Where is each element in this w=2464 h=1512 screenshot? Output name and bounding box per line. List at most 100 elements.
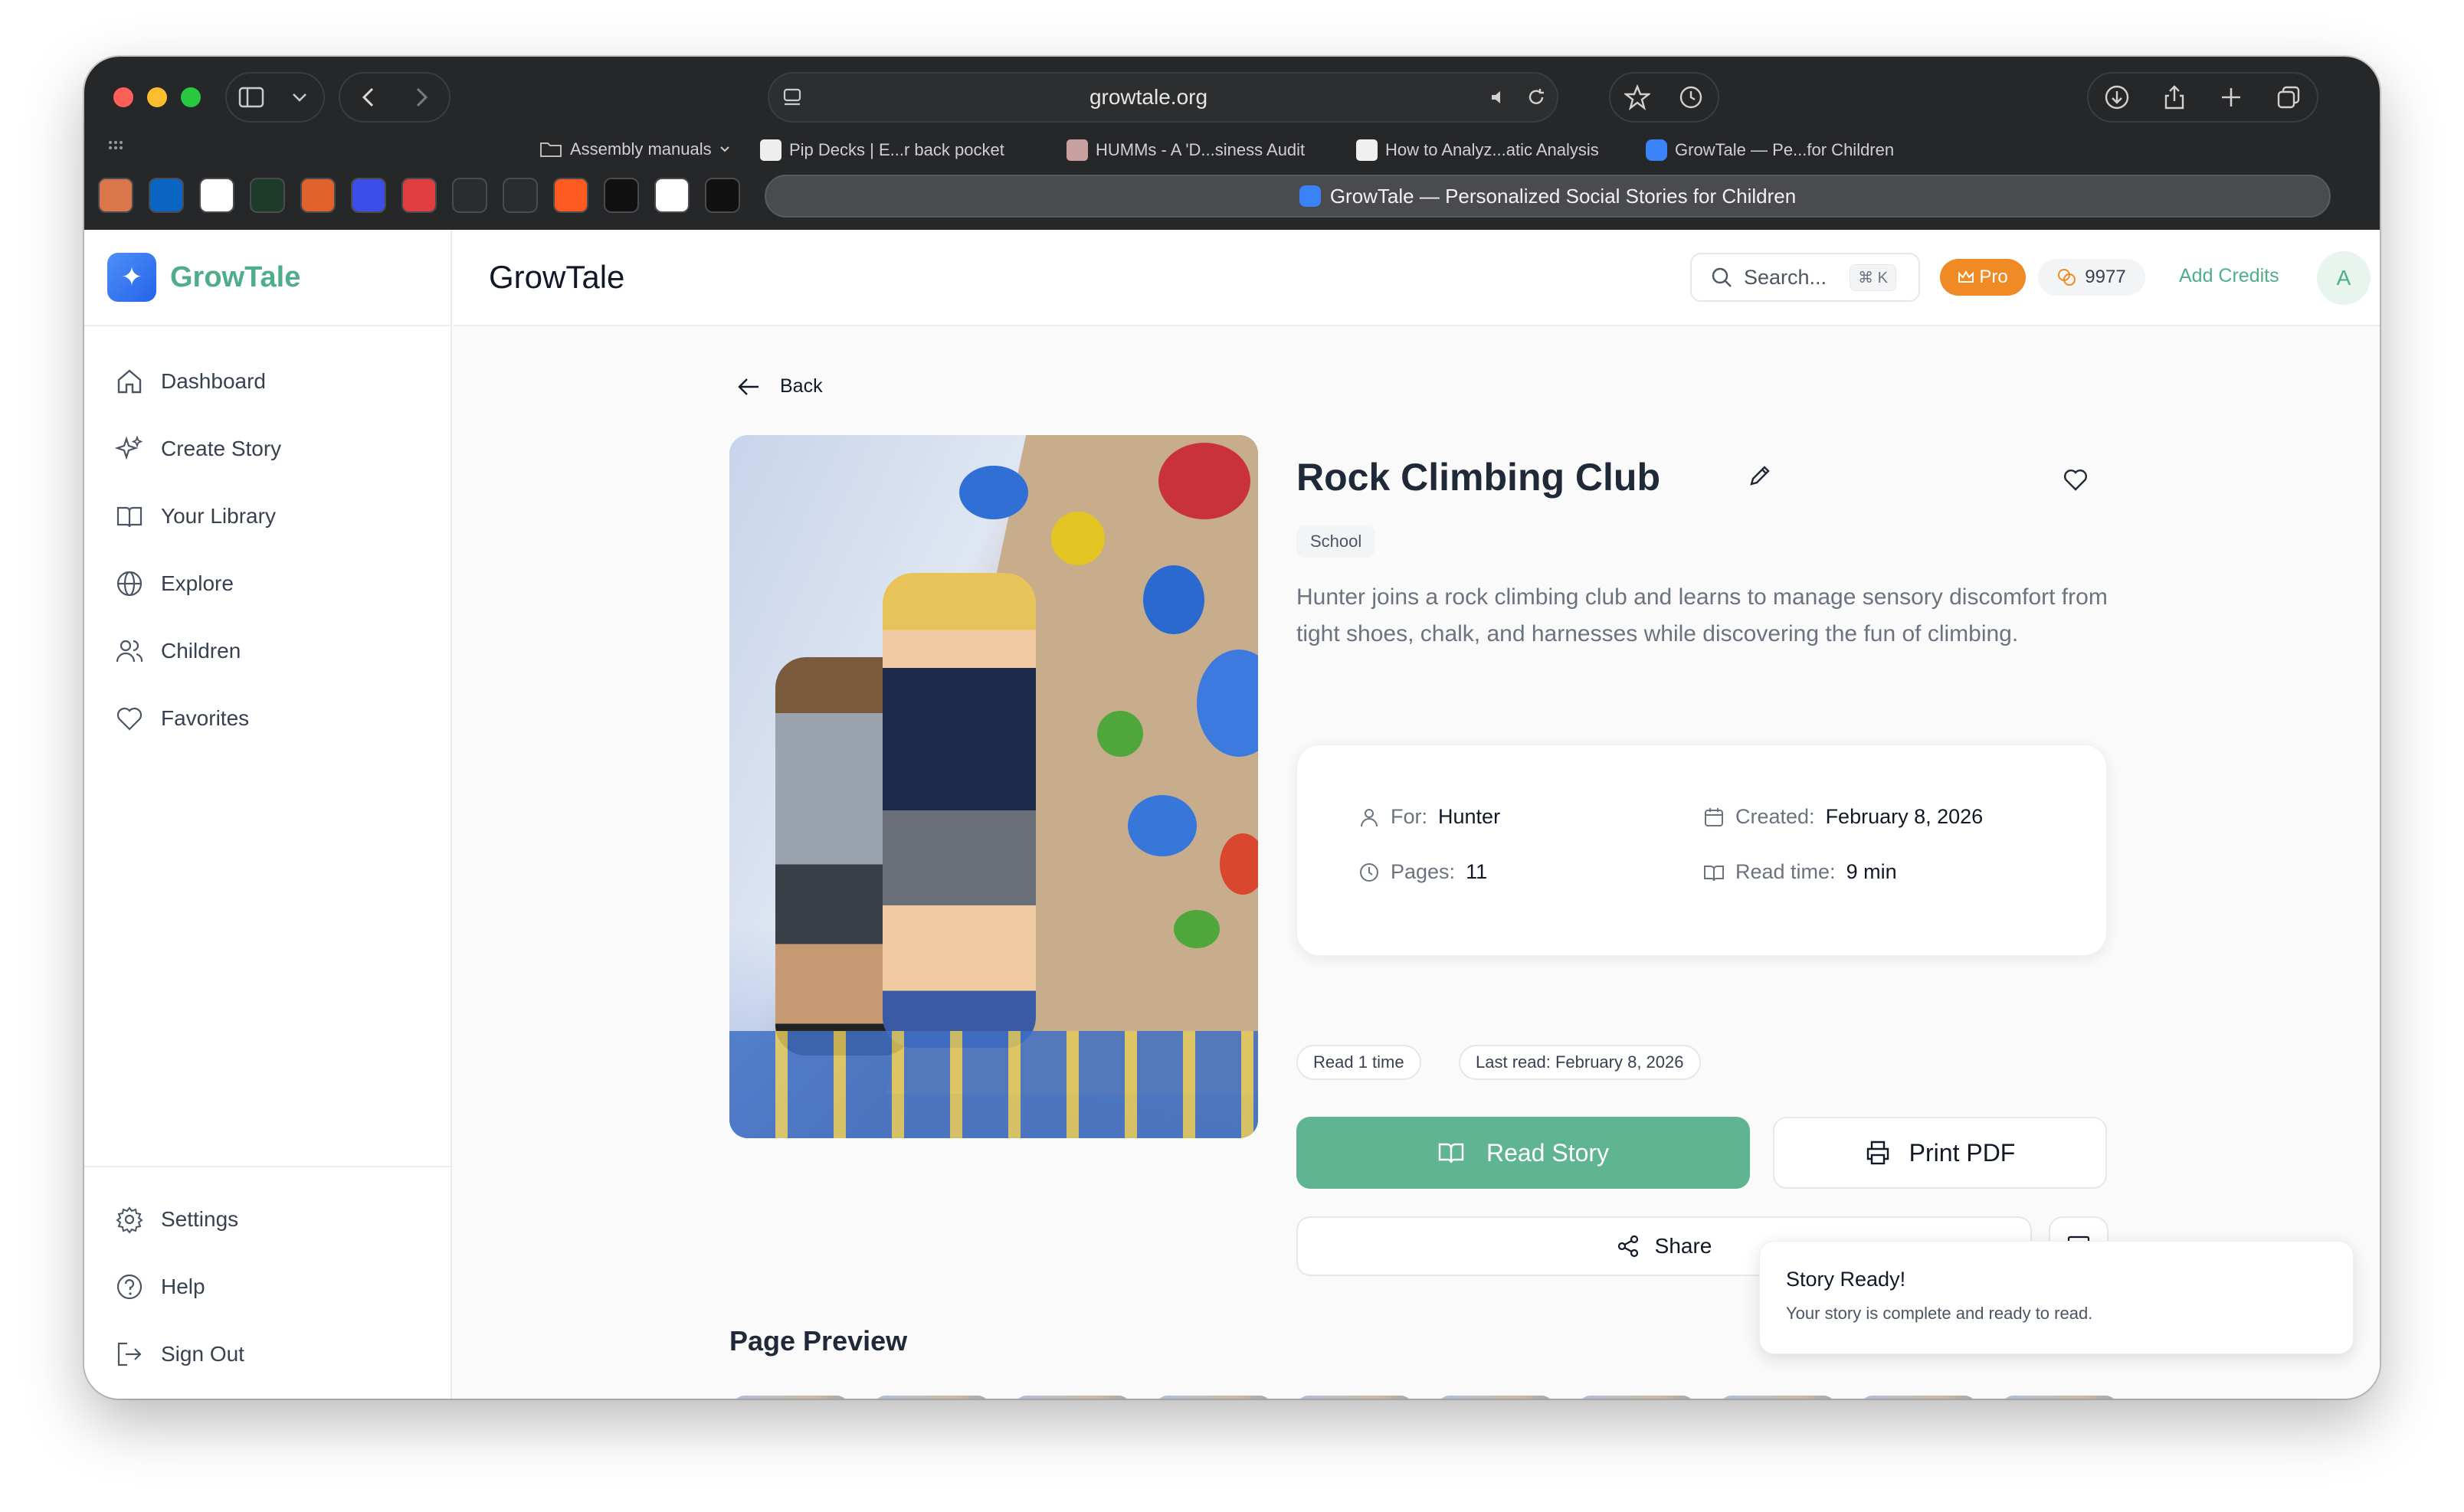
favorite-button[interactable] [2063, 467, 2089, 496]
reload-icon[interactable] [1515, 87, 1557, 107]
page-thumbnail[interactable] [1860, 1396, 1977, 1399]
brand[interactable]: ✦ GrowTale [84, 230, 451, 326]
story-cover-image [729, 435, 1258, 1138]
page-thumbnail[interactable] [873, 1396, 990, 1399]
download-icon[interactable] [2099, 79, 2135, 116]
climbing-hold [959, 466, 1028, 519]
page-title: GrowTale [489, 259, 625, 295]
help-circle-icon [116, 1274, 143, 1300]
pinned-tab-app[interactable] [705, 178, 740, 213]
pip-decks-favicon [760, 139, 781, 161]
browser-window: growtale.org Assembly manuals Pip Decks … [84, 57, 2380, 1399]
sidebar-item-your-library[interactable]: Your Library [84, 483, 451, 550]
avatar[interactable]: A [2317, 251, 2371, 305]
pinned-tab-app[interactable] [654, 178, 690, 213]
bookmark-item[interactable]: GrowTale — Pe...for Children [1646, 139, 1894, 161]
pinned-tab-app[interactable] [300, 178, 336, 213]
add-credits-link[interactable]: Add Credits [2179, 265, 2279, 287]
sparkles-icon [115, 435, 143, 460]
page-thumbnail[interactable] [732, 1396, 849, 1399]
info-read-time: Read time: 9 min [1703, 860, 1897, 884]
story-ready-toast[interactable]: Story Ready! Your story is complete and … [1759, 1241, 2354, 1354]
gear-icon [116, 1206, 143, 1234]
climbing-hold [1143, 565, 1204, 634]
arrow-left-icon [738, 378, 759, 395]
window-controls [113, 87, 201, 107]
sidebar: ✦ GrowTale Dashboard Create Story Your L… [84, 230, 452, 1399]
chevron-down-icon[interactable] [281, 79, 318, 116]
folder-icon [540, 142, 562, 157]
sidebar-item-favorites[interactable]: Favorites [84, 685, 451, 752]
back-button[interactable]: Back [737, 375, 823, 398]
url-text[interactable]: growtale.org [815, 85, 1482, 110]
minimize-window-button[interactable] [147, 87, 167, 107]
page-thumbnail[interactable] [1155, 1396, 1272, 1399]
apps-grid-icon[interactable] [107, 139, 127, 155]
address-bar[interactable]: growtale.org [768, 72, 1558, 123]
new-tab-plus-icon[interactable] [2213, 79, 2249, 116]
pinned-tab-app[interactable] [553, 178, 588, 213]
pinned-tabs [98, 178, 740, 213]
page-info-icon[interactable] [769, 87, 815, 107]
sidebar-item-help[interactable]: Help [84, 1253, 451, 1321]
pinned-tab-google[interactable] [199, 178, 234, 213]
share-nodes-icon [1617, 1235, 1638, 1258]
page-thumbnail[interactable] [1578, 1396, 1695, 1399]
home-icon [117, 369, 142, 394]
top-bar: GrowTale Search... ⌘ K Pro 9977 Add Cred… [454, 230, 2380, 326]
print-pdf-button[interactable]: Print PDF [1773, 1117, 2107, 1189]
pinned-tab-app[interactable] [503, 178, 538, 213]
sidebar-toggle-icon[interactable] [233, 79, 270, 116]
sidebar-item-explore[interactable]: Explore [84, 550, 451, 617]
climbing-hold [1051, 512, 1105, 565]
tab-overview-icon[interactable] [2270, 79, 2307, 116]
speaker-icon[interactable] [1482, 88, 1515, 106]
brand-name: GrowTale [170, 260, 301, 293]
climbing-hold [1158, 443, 1250, 519]
active-tab[interactable]: GrowTale — Personalized Social Stories f… [765, 175, 2331, 218]
star-icon[interactable] [1619, 79, 1656, 116]
credits-badge[interactable]: 9977 [2038, 259, 2145, 296]
sidebar-item-sign-out[interactable]: Sign Out [84, 1321, 451, 1388]
page-thumbnail[interactable] [1296, 1396, 1413, 1399]
climbing-hold [1128, 795, 1197, 856]
story-description: Hunter joins a rock climbing club and le… [1296, 584, 2108, 646]
bookmark-item[interactable]: Pip Decks | E...r back pocket [760, 139, 1004, 161]
read-story-button[interactable]: Read Story [1296, 1117, 1750, 1189]
pro-badge[interactable]: Pro [1940, 259, 2026, 296]
pinned-tab-app[interactable] [604, 178, 639, 213]
search-placeholder: Search... [1744, 265, 1827, 289]
sidebar-item-children[interactable]: Children [84, 617, 451, 685]
sidebar-item-dashboard[interactable]: Dashboard [84, 348, 451, 415]
story-detail: Back Rock Climbing Club School Hunter jo… [454, 328, 2380, 1399]
pinned-tab-activity[interactable] [250, 178, 285, 213]
bookmark-item[interactable]: Assembly manuals [539, 139, 730, 159]
pinned-tab-claude[interactable] [98, 178, 133, 213]
forward-arrow-icon[interactable] [404, 79, 441, 116]
pinned-tab-slack[interactable] [452, 178, 487, 213]
app-root: ✦ GrowTale Dashboard Create Story Your L… [84, 230, 2380, 1399]
page-thumbnail[interactable] [1437, 1396, 1554, 1399]
page-thumbnail[interactable] [2001, 1396, 2118, 1399]
search-input[interactable]: Search... ⌘ K [1690, 253, 1920, 302]
edit-title-button[interactable] [1747, 463, 1773, 493]
pinned-tab-app[interactable] [401, 178, 437, 213]
page-thumbnail[interactable] [1719, 1396, 1836, 1399]
tab-row: GrowTale — Personalized Social Stories f… [84, 172, 2380, 224]
close-window-button[interactable] [113, 87, 133, 107]
back-arrow-icon[interactable] [349, 79, 386, 116]
pinned-tab-app[interactable] [351, 178, 386, 213]
clock-icon [1360, 862, 1378, 882]
bookmark-item[interactable]: How to Analyz...atic Analysis [1356, 139, 1599, 161]
sidebar-item-settings[interactable]: Settings [84, 1186, 451, 1253]
history-nav-group [339, 72, 451, 123]
sidebar-item-create-story[interactable]: Create Story [84, 415, 451, 483]
zoom-window-button[interactable] [181, 87, 201, 107]
share-icon[interactable] [2156, 79, 2193, 116]
page-thumbnail[interactable] [1014, 1396, 1131, 1399]
bookmark-item[interactable]: HUMMs - A 'D...siness Audit [1067, 139, 1305, 161]
last-read-chip: Last read: February 8, 2026 [1459, 1045, 1701, 1080]
pinned-tab-linkedin[interactable] [149, 178, 184, 213]
history-clock-icon[interactable] [1673, 79, 1709, 116]
book-open-icon [1704, 865, 1724, 881]
